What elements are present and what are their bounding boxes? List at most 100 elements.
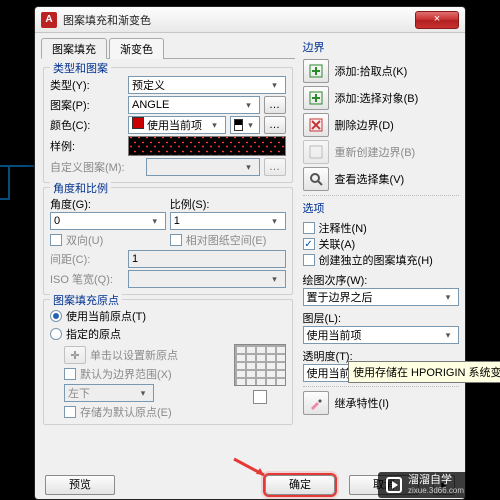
remove-boundary-icon xyxy=(308,117,324,133)
tab-gradient[interactable]: 渐变色 xyxy=(109,38,164,59)
origin-marker-icon xyxy=(253,390,267,404)
color-label: 颜色(C): xyxy=(50,117,124,133)
spacing-label: 间距(C): xyxy=(50,251,124,267)
sample-swatch[interactable] xyxy=(128,136,286,156)
dialog-title: 图案填充和渐变色 xyxy=(63,12,415,28)
preview-button[interactable]: 预览 xyxy=(45,475,115,495)
draw-order-label: 绘图次序(W): xyxy=(303,272,459,288)
left-pane: 图案填充 渐变色 类型和图案 类型(Y): 预定义▾ 图案(P): xyxy=(41,37,295,471)
watermark: 溜溜自学 zixue.3d66.com xyxy=(378,472,498,498)
chevron-down-icon: ▾ xyxy=(268,216,282,227)
custom-pattern-browse: … xyxy=(264,158,286,176)
origin-specified-radio[interactable] xyxy=(50,328,62,340)
chevron-down-icon: ▾ xyxy=(268,80,282,91)
relative-paper-checkbox: 相对图纸空间(E) xyxy=(170,232,286,248)
chevron-down-icon: ▾ xyxy=(268,274,282,285)
angle-value: 0 xyxy=(54,215,60,227)
add-pick-points[interactable]: 添加:拾取点(K) xyxy=(303,59,459,83)
create-separate-checkbox[interactable]: 创建独立的图案填充(H) xyxy=(303,252,459,268)
checkbox-icon xyxy=(50,234,62,246)
store-default-checkbox: 存储为默认原点(E) xyxy=(64,404,228,420)
type-combo[interactable]: 预定义 ▾ xyxy=(128,76,286,94)
draw-order-combo[interactable]: 置于边界之后▾ xyxy=(303,288,459,306)
options-title: 选项 xyxy=(303,200,459,216)
checkbox-icon xyxy=(303,254,315,266)
iso-pen-combo: ▾ xyxy=(128,270,286,288)
sample-label: 样例: xyxy=(50,138,124,154)
pattern-browse-button[interactable]: … xyxy=(264,96,286,114)
group-angle-scale: 角度和比例 角度(G): 0▾ 比例(S): 1▾ 双向(U) 相对图 xyxy=(43,187,293,295)
color-combo[interactable]: 使用当前项 ▾ xyxy=(128,116,226,134)
color-bg-combo[interactable]: ▾ xyxy=(230,116,260,134)
recreate-icon xyxy=(308,144,324,160)
watermark-sub: zixue.3d66.com xyxy=(408,487,464,495)
checkbox-icon xyxy=(64,406,76,418)
titlebar[interactable]: A 图案填充和渐变色 × xyxy=(35,7,465,33)
group-type-pattern: 类型和图案 类型(Y): 预定义▾ 图案(P): ANGLE▾ … xyxy=(43,67,293,183)
right-pane: 边界 添加:拾取点(K) 添加:选择对象(B) 删除边界(D) 重新创建边界(B… xyxy=(295,37,459,471)
plus-pick-icon xyxy=(308,63,324,79)
add-select-objects[interactable]: 添加:选择对象(B) xyxy=(303,86,459,110)
tab-hatch[interactable]: 图案填充 xyxy=(41,38,107,59)
crosshair-icon: ✛ xyxy=(64,346,86,364)
checkbox-icon xyxy=(303,222,315,234)
chevron-down-icon: ▾ xyxy=(242,162,256,173)
watermark-main: 溜溜自学 xyxy=(408,475,464,487)
chevron-down-icon: ▾ xyxy=(441,330,455,341)
color-swatch-icon xyxy=(132,117,144,129)
spacing-value: 1 xyxy=(132,253,138,265)
type-label: 类型(Y): xyxy=(50,77,124,93)
origin-preview-icon xyxy=(234,344,286,386)
scale-value: 1 xyxy=(174,215,180,227)
group-hatch-origin: 图案填充原点 使用当前原点(T) 指定的原点 ✛ 单击以设置新原点 xyxy=(43,299,293,425)
chevron-down-icon: ▾ xyxy=(136,388,150,399)
chevron-down-icon: ▾ xyxy=(242,100,256,111)
double-checkbox: 双向(U) xyxy=(50,232,166,248)
group-title: 图案填充原点 xyxy=(50,292,122,308)
hatch-dialog: A 图案填充和渐变色 × 图案填充 渐变色 类型和图案 类型(Y): 预定义▾ xyxy=(34,6,466,500)
iso-pen-label: ISO 笔宽(Q): xyxy=(50,271,124,287)
layer-combo[interactable]: 使用当前项▾ xyxy=(303,326,459,344)
remove-boundary[interactable]: 删除边界(D) xyxy=(303,113,459,137)
layer-swatch-icon xyxy=(234,119,243,131)
boundaries-title: 边界 xyxy=(303,39,459,55)
scale-combo[interactable]: 1▾ xyxy=(170,212,286,230)
scale-label: 比例(S): xyxy=(170,196,244,212)
color-more-button[interactable]: … xyxy=(264,116,286,134)
angle-label: 角度(G): xyxy=(50,196,124,212)
close-button[interactable]: × xyxy=(415,11,459,29)
play-icon xyxy=(386,477,402,493)
origin-current-radio[interactable] xyxy=(50,310,62,322)
tab-bar: 图案填充 渐变色 xyxy=(41,37,295,59)
custom-pattern-label: 自定义图案(M): xyxy=(50,159,142,175)
checkbox-icon xyxy=(64,368,76,380)
plus-select-icon xyxy=(308,90,324,106)
ok-button[interactable]: 确定 xyxy=(265,475,335,495)
pattern-combo[interactable]: ANGLE▾ xyxy=(128,96,260,114)
origin-current-label: 使用当前原点(T) xyxy=(66,308,146,324)
custom-pattern-combo: ▾ xyxy=(146,158,260,176)
view-selection-set[interactable]: 查看选择集(V) xyxy=(303,167,459,191)
chevron-down-icon: ▾ xyxy=(246,120,256,131)
associative-checkbox[interactable]: ✓关联(A) xyxy=(303,236,459,252)
pattern-label: 图案(P): xyxy=(50,97,124,113)
default-extent-checkbox: 默认为边界范围(X) xyxy=(64,366,228,382)
autocad-app-icon: A xyxy=(41,12,57,28)
inherit-properties[interactable]: 继承特性(I) xyxy=(303,391,459,415)
click-set-origin-row: ✛ 单击以设置新原点 xyxy=(64,346,228,364)
layer-label: 图层(L): xyxy=(303,310,459,326)
origin-tooltip: 使用存储在 HPORIGIN 系统变量中的图案填充 xyxy=(348,361,500,383)
color-value: 使用当前项 xyxy=(147,120,202,132)
chevron-down-icon: ▾ xyxy=(148,216,162,227)
origin-specified-label: 指定的原点 xyxy=(66,326,121,342)
spacing-input: 1 xyxy=(128,250,286,268)
checkbox-icon xyxy=(170,234,182,246)
recreate-boundary: 重新创建边界(B) xyxy=(303,140,459,164)
angle-combo[interactable]: 0▾ xyxy=(50,212,166,230)
checkbox-icon: ✓ xyxy=(303,238,315,250)
chevron-down-icon: ▾ xyxy=(441,292,455,303)
chevron-down-icon: ▾ xyxy=(208,120,222,131)
group-title: 角度和比例 xyxy=(50,180,111,196)
type-value: 预定义 xyxy=(132,77,165,93)
annotative-checkbox[interactable]: 注释性(N) xyxy=(303,220,459,236)
